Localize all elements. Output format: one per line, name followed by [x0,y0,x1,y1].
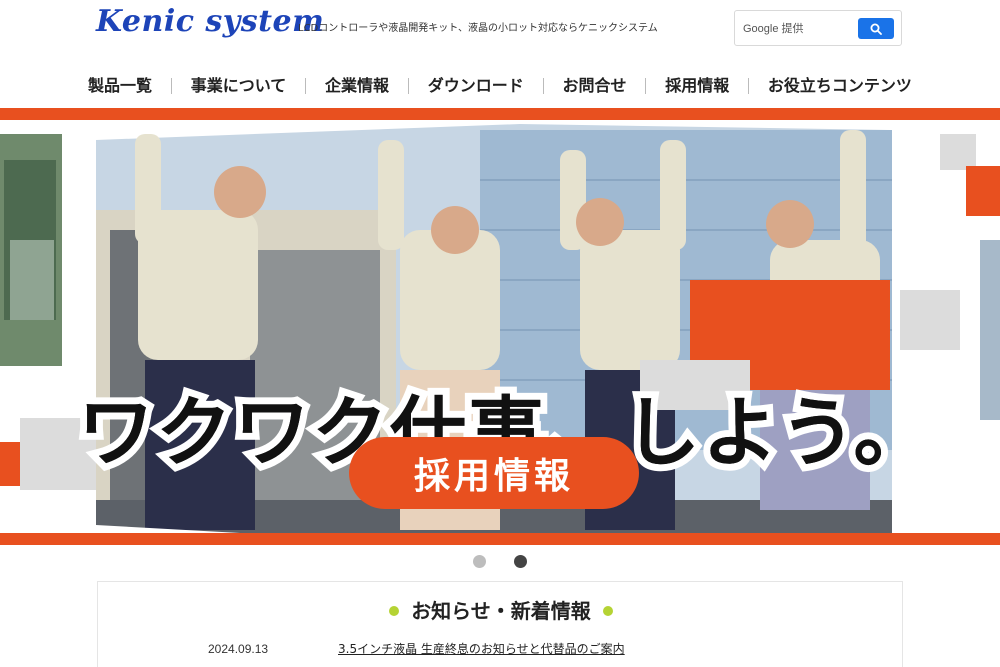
hero-top-band [0,108,1000,120]
bullet-icon [389,605,400,616]
news-item-date: 2024.09.13 [208,642,269,656]
site-header: Kenic system LCDコントローラや液晶開発キット、液晶の小ロット対応… [0,0,1000,64]
carousel-dot-1[interactable] [473,555,486,568]
search-button[interactable] [858,18,894,39]
search-provider-label: Google 提供 [743,23,804,35]
nav-divider [305,78,307,94]
nav-contact[interactable]: お問合せ [554,72,634,100]
nav-products[interactable]: 製品一覧 [80,72,160,100]
nav-business[interactable]: 事業について [183,72,295,100]
news-section: お知らせ・新着情報 2024.09.13 3.5インチ液晶 生産終息のお知らせと… [97,581,903,667]
nav-company[interactable]: 企業情報 [317,72,397,100]
news-heading: お知らせ・新着情報 [98,596,904,626]
recruit-cta-button[interactable]: 採用情報 [349,437,639,509]
hero-bottom-band [0,533,1000,545]
news-item-link[interactable]: 3.5インチ液晶 生産終息のお知らせと代替品のご案内 [338,641,625,657]
global-nav: 製品一覧 事業について 企業情報 ダウンロード お問合せ 採用情報 お役立ちコン… [80,72,920,100]
carousel-dot-2[interactable] [514,555,527,568]
nav-divider [542,78,544,94]
carousel-indicators [0,553,1000,569]
nav-recruit[interactable]: 採用情報 [657,72,737,100]
nav-useful-contents[interactable]: お役立ちコンテンツ [760,72,920,100]
nav-divider [170,78,172,94]
news-title-text: お知らせ・新着情報 [411,599,591,623]
search-icon [870,23,882,35]
nav-divider [407,78,409,94]
site-logo[interactable]: Kenic system [96,4,324,40]
site-tagline: LCDコントローラや液晶開発キット、液晶の小ロット対応ならケニックシステム [298,23,658,34]
nav-divider [645,78,647,94]
nav-divider [748,78,750,94]
site-search[interactable]: Google 提供 [734,10,902,46]
bullet-icon [602,605,613,616]
nav-download[interactable]: ダウンロード [420,72,532,100]
